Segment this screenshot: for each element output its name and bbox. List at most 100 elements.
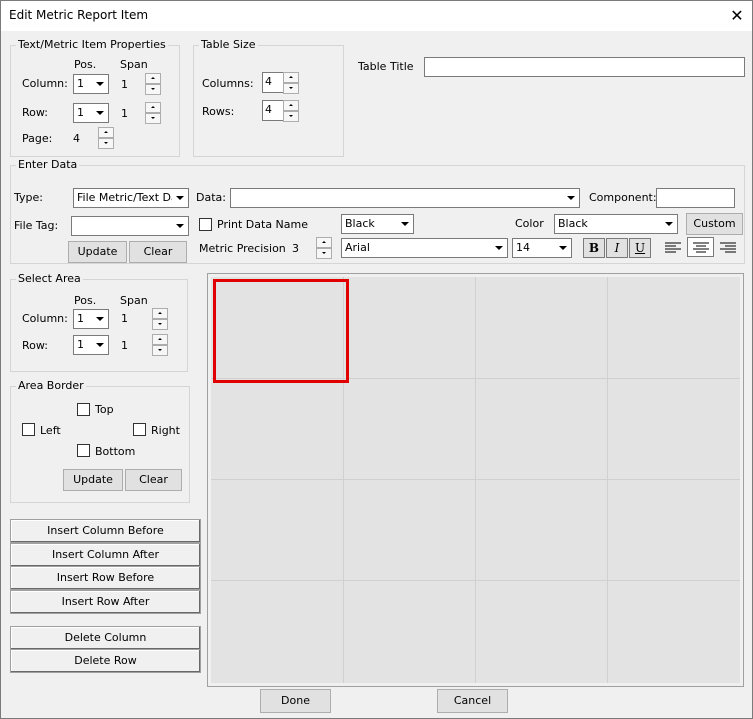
grid-cell[interactable] (608, 480, 740, 581)
table-columns-spinner[interactable] (283, 72, 299, 94)
insert-row-after-button[interactable]: Insert Row After (10, 590, 201, 614)
grid-cell[interactable] (211, 480, 344, 581)
chevron-down-icon[interactable] (172, 218, 187, 234)
grid-cell[interactable] (344, 277, 476, 379)
area-border-update-button[interactable]: Update (63, 469, 123, 491)
chevron-down-icon[interactable] (555, 240, 570, 256)
window-title: Edit Metric Report Item (9, 8, 149, 22)
grid-cell[interactable] (608, 581, 740, 683)
text-color-select[interactable]: Black (554, 214, 678, 234)
spin-up-icon[interactable] (98, 127, 114, 138)
align-left-button[interactable] (660, 238, 687, 258)
chevron-down-icon[interactable] (172, 190, 187, 206)
bold-button[interactable]: B (583, 238, 605, 258)
chevron-down-icon[interactable] (491, 240, 506, 256)
chevron-down-icon[interactable] (92, 311, 107, 327)
grid-cell[interactable] (211, 581, 344, 683)
select-area-span-header: Span (120, 294, 148, 307)
custom-color-button[interactable]: Custom (686, 213, 743, 235)
align-center-button[interactable] (687, 237, 714, 257)
chevron-down-icon[interactable] (92, 76, 107, 92)
area-border-clear-button[interactable]: Clear (125, 469, 182, 491)
chevron-down-icon[interactable] (92, 105, 107, 121)
span-header: Span (120, 58, 148, 71)
select-area-column-pos-select[interactable]: 1 (73, 309, 109, 329)
select-area-row-span-spinner[interactable] (152, 334, 168, 356)
grid-cell[interactable] (344, 480, 476, 581)
border-bottom-checkbox[interactable] (77, 444, 90, 457)
spin-down-icon[interactable] (283, 83, 299, 94)
spin-down-icon[interactable] (98, 138, 114, 149)
insert-column-before-button[interactable]: Insert Column Before (10, 519, 201, 543)
grid-cell[interactable] (476, 379, 608, 480)
spin-up-icon[interactable] (145, 102, 161, 113)
border-top-checkbox[interactable] (77, 403, 90, 416)
type-select[interactable]: File Metric/Text Dat (73, 188, 189, 208)
spin-down-icon[interactable] (145, 84, 161, 95)
print-data-name-checkbox[interactable] (199, 218, 212, 231)
metric-precision-spinner[interactable] (316, 237, 332, 259)
table-grid[interactable] (207, 273, 744, 687)
enter-data-clear-button[interactable]: Clear (129, 241, 187, 263)
grid-cell[interactable] (344, 581, 476, 683)
select-area-row-span-value: 1 (121, 339, 128, 352)
italic-button[interactable]: I (606, 238, 628, 258)
spin-up-icon[interactable] (152, 308, 168, 319)
column-span-spinner[interactable] (145, 73, 161, 95)
data-select[interactable] (230, 188, 580, 208)
chevron-down-icon[interactable] (92, 337, 107, 353)
grid-cell[interactable] (476, 480, 608, 581)
chevron-down-icon[interactable] (397, 216, 412, 232)
grid-cell[interactable] (476, 277, 608, 379)
grid-cell[interactable] (476, 581, 608, 683)
font-select[interactable]: Arial (341, 238, 508, 258)
select-area-row-label: Row: (22, 339, 48, 352)
spin-down-icon[interactable] (152, 319, 168, 330)
spin-down-icon[interactable] (283, 111, 299, 122)
insert-row-before-button[interactable]: Insert Row Before (10, 566, 201, 590)
spin-up-icon[interactable] (283, 72, 299, 83)
spin-down-icon[interactable] (145, 113, 161, 124)
table-rows-spinner[interactable] (283, 100, 299, 122)
spin-up-icon[interactable] (152, 334, 168, 345)
grid-cell[interactable] (344, 379, 476, 480)
align-center-icon (693, 242, 709, 253)
spin-up-icon[interactable] (316, 237, 332, 248)
table-rows-value: 4 (265, 103, 272, 116)
component-input[interactable] (656, 188, 735, 208)
border-left-checkbox[interactable] (22, 423, 35, 436)
select-area-row-pos-select[interactable]: 1 (73, 335, 109, 355)
chevron-down-icon[interactable] (563, 190, 578, 206)
delete-row-button[interactable]: Delete Row (10, 649, 201, 673)
chevron-down-icon[interactable] (661, 216, 676, 232)
table-title-input[interactable] (424, 57, 745, 77)
page-spinner[interactable] (98, 127, 114, 149)
select-area-column-span-spinner[interactable] (152, 308, 168, 330)
column-pos-select[interactable]: 1 (73, 74, 109, 94)
border-left-label: Left (40, 424, 61, 437)
table-columns-field[interactable]: 4 (262, 72, 284, 93)
border-right-checkbox[interactable] (133, 423, 146, 436)
file-tag-select[interactable] (71, 216, 189, 236)
highlight-color-select[interactable]: Black (341, 214, 414, 234)
spin-up-icon[interactable] (145, 73, 161, 84)
insert-column-after-button[interactable]: Insert Column After (10, 543, 201, 567)
done-button[interactable]: Done (260, 689, 331, 713)
underline-button[interactable]: U (629, 238, 651, 258)
row-span-spinner[interactable] (145, 102, 161, 124)
grid-cell[interactable] (608, 379, 740, 480)
spin-up-icon[interactable] (283, 100, 299, 111)
spin-down-icon[interactable] (152, 345, 168, 356)
enter-data-update-button[interactable]: Update (68, 241, 127, 263)
delete-column-button[interactable]: Delete Column (10, 626, 201, 650)
grid-cell[interactable] (211, 379, 344, 480)
spin-down-icon[interactable] (316, 248, 332, 259)
grid-cell[interactable] (608, 277, 740, 379)
cancel-button[interactable]: Cancel (437, 689, 508, 713)
table-grid-canvas[interactable] (211, 277, 740, 683)
font-size-select[interactable]: 14 (512, 238, 572, 258)
row-pos-select[interactable]: 1 (73, 103, 109, 123)
align-right-button[interactable] (715, 238, 742, 258)
close-icon[interactable]: ✕ (722, 1, 752, 31)
table-rows-field[interactable]: 4 (262, 100, 284, 121)
